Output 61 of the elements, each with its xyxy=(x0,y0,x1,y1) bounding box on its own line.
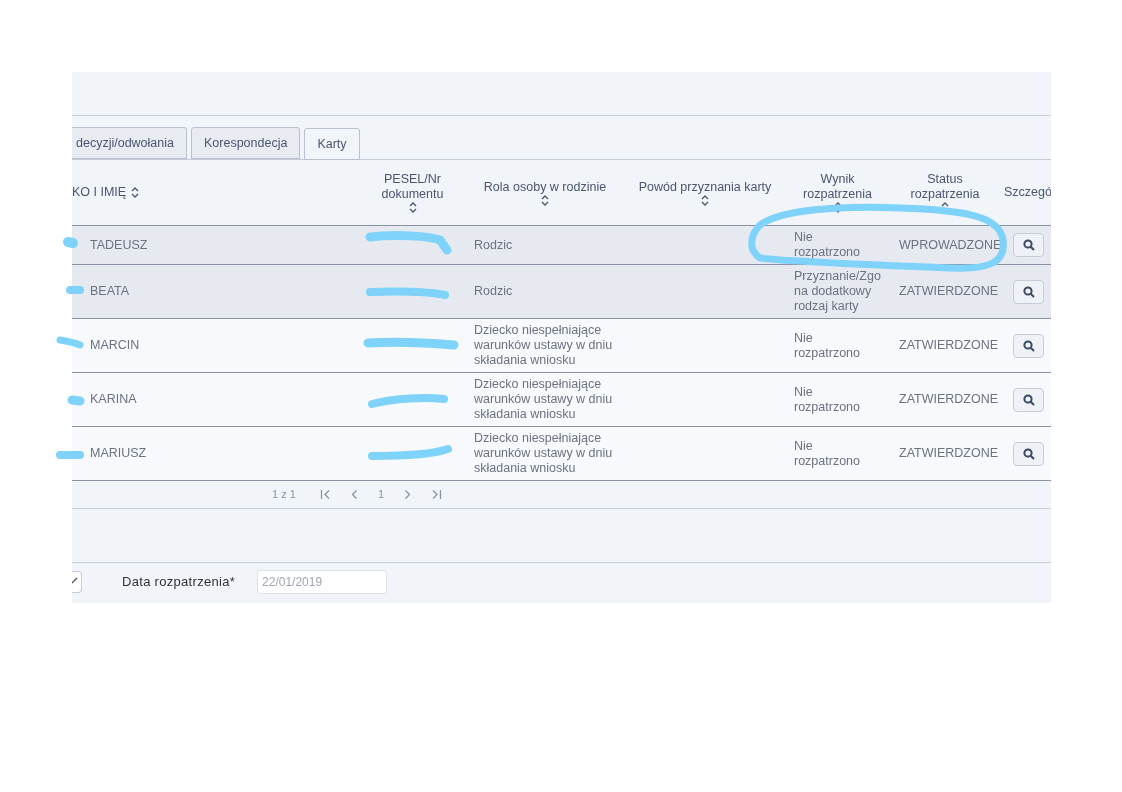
sort-icon[interactable] xyxy=(541,194,549,206)
next-page-icon[interactable] xyxy=(404,489,412,500)
table-cell: Dziecko niespełniające warunków ustawy w dniu składania wniosku xyxy=(474,377,614,422)
table-cell-text: Nie rozpatrzono xyxy=(794,330,861,361)
table-cell: KARINA xyxy=(90,392,137,406)
search-icon xyxy=(1022,393,1035,406)
details-button[interactable] xyxy=(1013,279,1044,304)
table-cell-text: Nie rozpatrzono xyxy=(794,230,861,260)
table-cell: WPROWADZONE xyxy=(899,237,1000,252)
table-cell: ZATWIERDZONE xyxy=(899,392,999,406)
table-cell: Dziecko niespełniające warunków ustawy w dniu składania wniosku xyxy=(474,323,614,368)
page-summary: 1 z 1 xyxy=(272,487,297,503)
table-row[interactable]: MARIUSZ Dziecko niespełniające warunków ustawy w dniu składania wniosku Nie rozpatrzono ZATWIERDZONE xyxy=(72,427,1051,481)
table-cell-text: Nie rozpatrzono xyxy=(794,384,861,415)
redaction-scribble xyxy=(66,286,84,294)
sort-icon[interactable] xyxy=(131,187,140,198)
table-row[interactable]: BEATA Rodzic Przyznanie/Zgo na dodatkowy rodzaj karty ZATWIERDZONE xyxy=(72,265,1051,319)
column-header[interactable]: KO I IMIĘ xyxy=(72,183,127,202)
sort-icon[interactable] xyxy=(408,202,417,213)
search-icon xyxy=(1022,447,1035,460)
table-cell: ZATWIERDZONE xyxy=(899,446,999,460)
previous-page-icon[interactable] xyxy=(351,489,358,500)
redaction-scribble xyxy=(56,336,84,349)
table-cell: MARIUSZ xyxy=(90,446,147,460)
table-cell: ZATWIERDZONE xyxy=(899,284,999,298)
last-page-icon[interactable] xyxy=(431,489,443,500)
redaction-scribble xyxy=(67,395,85,406)
tab[interactable]: decyzji/odwołania xyxy=(72,127,187,159)
column-header[interactable]: Powód przyznania karty xyxy=(638,179,772,195)
first-page-icon[interactable] xyxy=(320,489,331,500)
details-button[interactable] xyxy=(1013,387,1044,412)
table-cell: ZATWIERDZONE xyxy=(899,338,999,352)
table-cell-text: Rodzic xyxy=(474,237,514,253)
redaction-scribble xyxy=(56,451,84,459)
table-cell: BEATA xyxy=(90,284,130,298)
column-header[interactable]: Rola osoby w rodzinie xyxy=(483,179,607,195)
table-cell-text: Rodzic xyxy=(474,284,514,299)
column-header[interactable]: PESEL/Nr dokumentu xyxy=(366,172,459,202)
table-cell: MARCIN xyxy=(90,338,140,352)
table-row[interactable]: KARINA Dziecko niespełniające warunków ustawy w dniu składania wniosku Nie rozpatrzono ZATWIERDZONE xyxy=(72,373,1051,427)
table-cell: Dziecko niespełniające warunków ustawy w dniu składania wniosku xyxy=(474,431,614,476)
search-icon xyxy=(1022,239,1035,251)
tab[interactable]: Karty xyxy=(304,128,360,160)
column-header[interactable]: Wynik rozpatrzenia xyxy=(797,172,878,202)
date-label: Data rozpatrzenia* xyxy=(122,573,236,592)
tab[interactable]: Korespondecja xyxy=(191,127,301,159)
redaction-scribble xyxy=(63,237,78,248)
details-button[interactable] xyxy=(1013,233,1044,257)
column-header[interactable]: Status rozpatrzenia xyxy=(905,172,985,202)
column-header[interactable]: Szczegó xyxy=(1004,183,1051,202)
search-icon xyxy=(1022,339,1035,352)
checkbox[interactable] xyxy=(72,571,82,593)
details-button[interactable] xyxy=(1013,333,1044,358)
table-row[interactable]: MARCIN Dziecko niespełniające warunków ustawy w dniu składania wniosku Nie rozpatrzono ZATWIERDZONE xyxy=(72,319,1051,373)
details-button[interactable] xyxy=(1013,441,1044,466)
table-cell: Przyznanie/Zgo na dodatkowy rodzaj karty xyxy=(794,269,881,314)
table-row[interactable]: TADEUSZ Rodzic Nie rozpatrzono WPROWADZONE xyxy=(72,226,1051,265)
search-icon xyxy=(1022,285,1035,298)
table-cell: TADEUSZ xyxy=(90,237,148,252)
table-cell-text: Nie rozpatrzono xyxy=(794,438,861,469)
sort-icon[interactable] xyxy=(701,194,709,206)
